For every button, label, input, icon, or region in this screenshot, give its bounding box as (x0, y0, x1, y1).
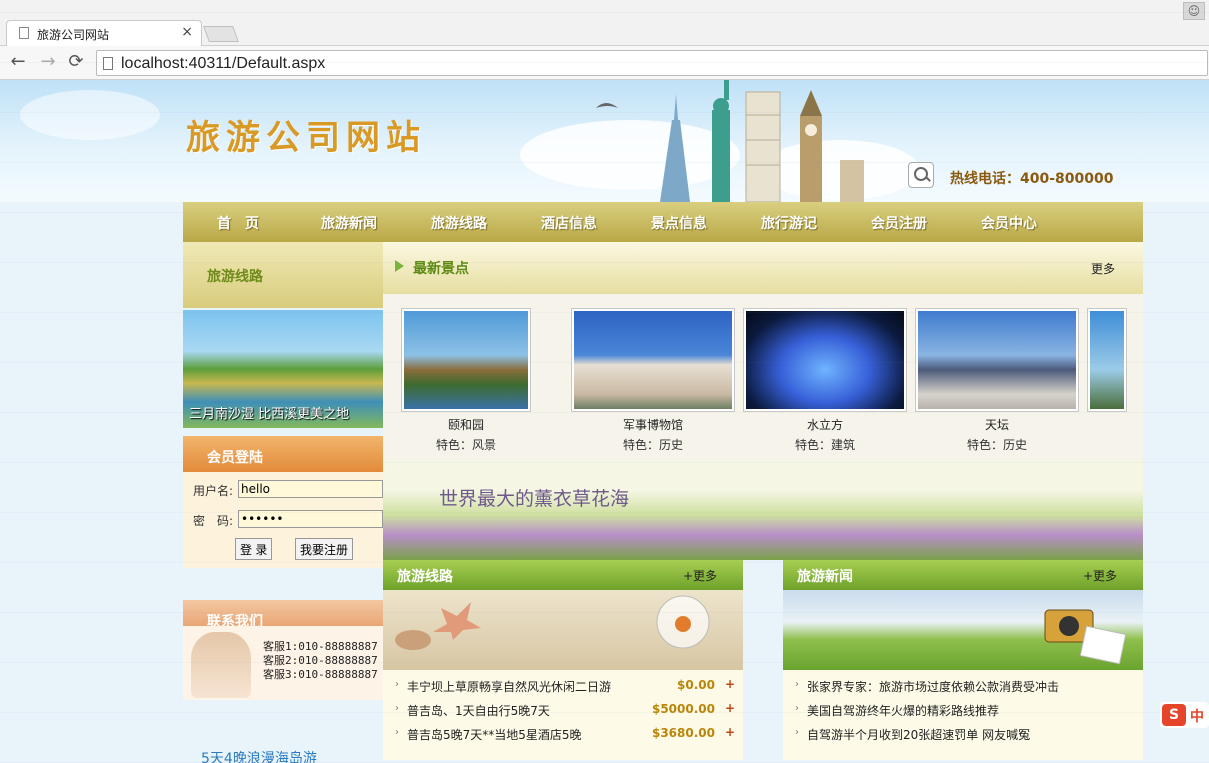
news-row[interactable]: › 张家界专家：旅游市场过度依赖公款消费受冲击 (795, 678, 1141, 698)
routes-header: 旅游线路 +更多 (383, 560, 743, 590)
news-title-text[interactable]: 自驾游半个月收到20张超速罚单 网友喊冤 (807, 726, 1030, 743)
nav-scenic-info[interactable]: 景点信息 (651, 213, 707, 233)
scenic-strip: 颐和园 特色：风景 军事博物馆 特色：历史 水立方 特色：建筑 天坛 特色：历史 (383, 294, 1143, 460)
starfish-shell-illustration (395, 595, 710, 650)
page-icon (103, 57, 113, 70)
scenic-feature: 特色：历史 (966, 438, 1027, 452)
route-row[interactable]: › 普吉岛5晚7天**当地5星酒店5晚 $3680.00 + (395, 725, 741, 746)
contact-box: 客服1:010-88888887 客服2:010-88888887 客服3:01… (183, 626, 383, 700)
ime-s-icon: S (1162, 704, 1186, 726)
register-button[interactable]: 我要注册 (295, 538, 354, 560)
route-title[interactable]: 普吉岛5晚7天**当地5星酒店5晚 (407, 726, 582, 743)
support-agent-avatar (191, 632, 251, 698)
nav-travel-notes[interactable]: 旅行游记 (761, 213, 817, 233)
add-icon[interactable]: + (725, 677, 735, 691)
grassland-photo (783, 590, 1143, 670)
promo-link[interactable]: 5天4晚浪漫海岛游 (201, 748, 317, 763)
news-title-text[interactable]: 张家界专家：旅游市场过度依赖公款消费受冲击 (807, 678, 1059, 695)
route-row[interactable]: › 丰宁坝上草原畅享自然风光休闲二日游 $0.00 + (395, 677, 741, 698)
route-row[interactable]: › 普吉岛、1天自由行5晚7天 $5000.00 + (395, 701, 741, 722)
route-title[interactable]: 普吉岛、1天自由行5晚7天 (407, 702, 550, 719)
web-page: 旅游公司网站 热线电话：400-800000 首 页 旅游新闻 旅游线路 酒店信… (0, 80, 1209, 763)
news-section: 旅游新闻 +更多 › 张家界专家：旅游市场过度依赖公款消费受冲击 › 美国自驾游… (783, 560, 1143, 760)
landmarks-illustration (596, 80, 864, 202)
latest-scenic-title: 最新景点 (413, 261, 469, 277)
tab-title: 旅游公司网站 (37, 28, 110, 42)
nav-hotel-info[interactable]: 酒店信息 (541, 213, 597, 233)
password-input[interactable] (238, 510, 383, 528)
arrow-icon (395, 260, 404, 272)
username-input[interactable] (238, 480, 383, 498)
login-button[interactable]: 登 录 (235, 538, 273, 560)
reload-button[interactable]: ⟳ (64, 51, 88, 75)
hotline-text: 热线电话：400-800000 (950, 171, 1114, 187)
news-row[interactable]: › 自驾游半个月收到20张超速罚单 网友喊冤 (795, 726, 1141, 746)
forward-button[interactable]: → (36, 51, 60, 75)
latest-more-link[interactable]: 更多 (1091, 260, 1115, 277)
close-tab-icon[interactable]: × (181, 24, 193, 40)
seaside-photo (383, 590, 743, 670)
news-title-text[interactable]: 美国自驾游终年火爆的精彩路线推荐 (807, 702, 999, 719)
scenic-name[interactable]: 水立方 (743, 416, 907, 433)
latest-scenic-header: 最新景点 更多 (383, 242, 1143, 294)
route-header: 旅游线路 (183, 242, 383, 308)
news-header: 旅游新闻 +更多 (783, 560, 1143, 590)
river-caption[interactable]: 三月南沙湿 比西溪更美之地 (189, 403, 349, 422)
news-title: 旅游新闻 (797, 569, 853, 585)
header-banner: 旅游公司网站 热线电话：400-800000 (0, 80, 1209, 202)
lavender-banner[interactable]: 世界最大的薰衣草花海 (383, 460, 1143, 560)
news-row[interactable]: › 美国自驾游终年火爆的精彩路线推荐 (795, 702, 1141, 722)
member-login-header: 会员登陆 (183, 436, 383, 472)
lavender-banner-text: 世界最大的薰衣草花海 (439, 488, 630, 510)
nav-register[interactable]: 会员注册 (871, 213, 927, 233)
routes-more-link[interactable]: +更多 (683, 567, 717, 584)
scenic-feature: 特色：风景 (435, 438, 496, 452)
back-button[interactable]: ← (6, 51, 30, 75)
password-label: 密 码: (193, 514, 234, 528)
username-label: 用户名: (193, 484, 234, 498)
add-icon[interactable]: + (725, 725, 735, 739)
nav-travel-news[interactable]: 旅游新闻 (321, 213, 377, 233)
route-header-title: 旅游线路 (207, 269, 263, 285)
site-title[interactable]: 旅游公司网站 (186, 110, 426, 159)
search-icon[interactable] (908, 162, 934, 188)
scenic-card-water-cube[interactable] (743, 308, 907, 412)
routes-section: 旅游线路 +更多 › 丰宁坝上草原畅享自然风光休闲二日游 $0.00 + › 普 (383, 560, 743, 760)
nav-travel-routes[interactable]: 旅游线路 (431, 213, 487, 233)
nav-home[interactable]: 首 页 (217, 213, 259, 233)
scenic-name[interactable]: 天坛 (915, 416, 1079, 433)
address-bar[interactable]: localhost:40311/Default.aspx (96, 50, 1208, 76)
login-form: 用户名: 密 码: 登 录 我要注册 (183, 472, 383, 568)
add-icon[interactable]: + (725, 701, 735, 715)
river-photo[interactable]: 三月南沙湿 比西溪更美之地 (183, 310, 383, 428)
ime-badge[interactable]: S 中 (1160, 702, 1209, 728)
scenic-card-military-museum[interactable] (571, 308, 735, 412)
scenic-card-summer-palace[interactable] (401, 308, 531, 412)
url-text: localhost:40311/Default.aspx (121, 55, 326, 72)
route-price: $3680.00 (651, 726, 715, 740)
scenic-name[interactable]: 颐和园 (401, 416, 531, 433)
person-icon[interactable]: ☺ (1183, 2, 1205, 20)
browser-tab[interactable]: 旅游公司网站 × (6, 20, 202, 46)
scenic-name[interactable]: 军事博物馆 (571, 416, 735, 433)
browser-toolbar: ← → ⟳ localhost:40311/Default.aspx (0, 46, 1209, 80)
routes-title: 旅游线路 (397, 569, 453, 585)
ime-zh-label: 中 (1190, 709, 1204, 725)
document-icon (19, 27, 29, 39)
news-more-link[interactable]: +更多 (1083, 567, 1117, 584)
nav-member-center[interactable]: 会员中心 (981, 213, 1037, 233)
scenic-feature: 特色：建筑 (794, 438, 855, 452)
browser-tabbar: 旅游公司网站 × ☺ (0, 0, 1209, 46)
scenic-card-temple-of-heaven[interactable] (915, 308, 1079, 412)
camera-illustration (1044, 609, 1127, 665)
main-nav: 首 页 旅游新闻 旅游线路 酒店信息 景点信息 旅行游记 会员注册 会员中心 (183, 202, 1143, 242)
scenic-feature: 特色：历史 (622, 438, 683, 452)
contact-line-3: 客服3:010-88888887 (263, 668, 378, 681)
new-tab-button[interactable] (203, 26, 239, 42)
route-title[interactable]: 丰宁坝上草原畅享自然风光休闲二日游 (407, 678, 611, 695)
route-price: $0.00 (677, 678, 715, 692)
member-login-title: 会员登陆 (207, 450, 263, 466)
scenic-card-partial[interactable] (1087, 308, 1127, 412)
route-price: $5000.00 (651, 702, 715, 716)
